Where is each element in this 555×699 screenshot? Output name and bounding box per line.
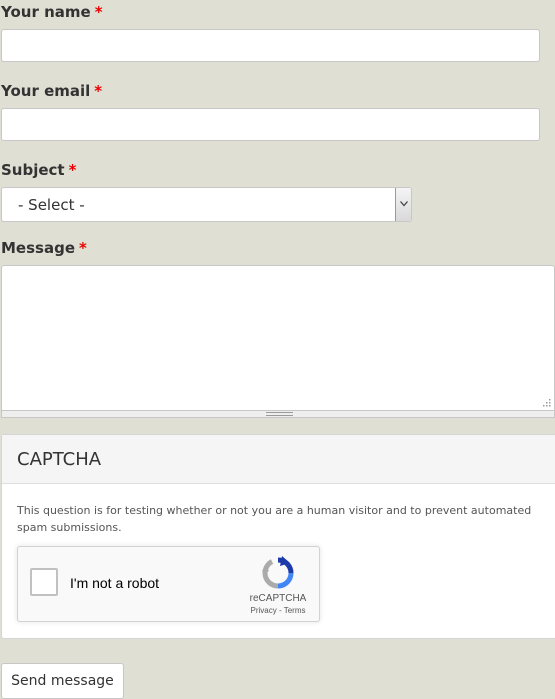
name-label-text: Your name (1, 3, 91, 21)
recaptcha-checkbox[interactable] (30, 568, 58, 596)
subject-select[interactable]: - Select - (1, 187, 412, 222)
subject-label-text: Subject (1, 161, 65, 179)
email-input[interactable] (1, 108, 540, 141)
select-arrow-button[interactable] (395, 188, 411, 221)
captcha-description: This question is for testing whether or … (17, 504, 532, 534)
name-input[interactable] (1, 29, 540, 62)
resize-handle-icon (266, 412, 293, 416)
message-label: Message * (1, 239, 87, 257)
subject-selected-value: - Select - (18, 196, 85, 214)
link-separator: - (276, 606, 284, 615)
recaptcha-logo-icon (262, 556, 294, 589)
subject-label: Subject * (1, 161, 76, 179)
textarea-resize-bar[interactable] (1, 410, 555, 418)
terms-link[interactable]: Terms (284, 606, 306, 615)
privacy-link[interactable]: Privacy (251, 606, 277, 615)
email-label: Your email * (1, 82, 102, 100)
email-label-text: Your email (1, 82, 91, 100)
required-marker: * (94, 3, 103, 21)
name-label: Your name * (1, 3, 103, 21)
recaptcha-label: I'm not a robot (70, 575, 160, 591)
recaptcha-widget: I'm not a robot reCAPTCHA Privacy - Term… (17, 546, 320, 622)
captcha-title: CAPTCHA (17, 449, 102, 470)
message-label-text: Message (1, 239, 75, 257)
required-marker: * (94, 82, 103, 100)
resize-grip-icon[interactable] (543, 399, 551, 407)
recaptcha-links: Privacy - Terms (240, 606, 316, 615)
captcha-panel-header: CAPTCHA (2, 435, 555, 484)
required-marker: * (68, 161, 77, 179)
recaptcha-brand: reCAPTCHA (249, 593, 307, 604)
message-textarea[interactable] (1, 265, 555, 410)
send-message-button[interactable]: Send message (1, 663, 124, 699)
required-marker: * (79, 239, 87, 257)
chevron-down-icon (400, 201, 408, 207)
captcha-panel: CAPTCHA This question is for testing whe… (1, 434, 555, 639)
